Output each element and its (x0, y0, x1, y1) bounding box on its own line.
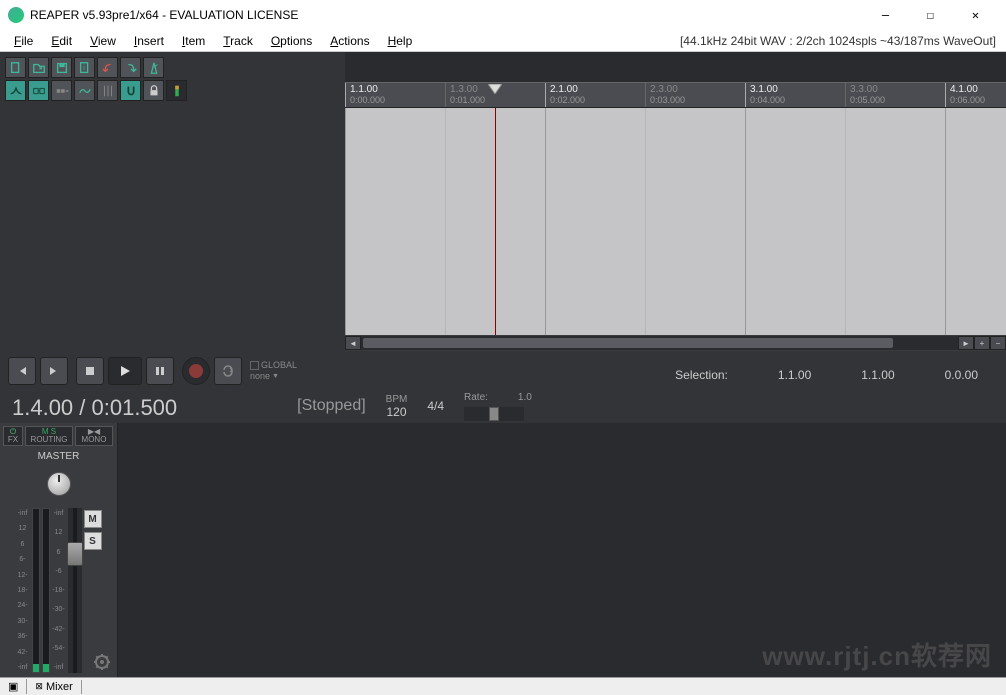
transport-status: [Stopped] (297, 397, 366, 415)
goto-end-button[interactable] (40, 357, 68, 385)
redo-button[interactable] (120, 57, 141, 78)
stop-button[interactable] (76, 357, 104, 385)
master-routing-button[interactable]: M SROUTING (25, 426, 73, 446)
menubar: FileEditViewInsertItemTrackOptionsAction… (0, 30, 1006, 52)
ruler-mark: 1.3.000:01.000 (445, 83, 489, 107)
audio-device-info: [44.1kHz 24bit WAV : 2/2ch 1024spls ~43/… (680, 34, 1000, 48)
lock-button[interactable] (143, 80, 164, 101)
master-mono-button[interactable]: ▶◀MONO (75, 426, 113, 446)
svg-text:*: * (16, 61, 19, 68)
menu-track[interactable]: Track (215, 32, 261, 50)
menu-help[interactable]: Help (380, 32, 421, 50)
metronome-button[interactable] (143, 57, 164, 78)
menu-actions[interactable]: Actions (322, 32, 377, 50)
timeline-ruler[interactable]: 1.1.000:00.000 1.3.000:01.000 2.1.000:02.0… (345, 82, 1006, 108)
meter-scale-right: -inf126-6-18--30--42--54--inf (52, 508, 66, 673)
playrate-slider[interactable] (464, 407, 524, 421)
meter-right (42, 508, 50, 673)
maximize-button[interactable]: ☐ (908, 1, 953, 29)
time-display[interactable]: 1.4.00 / 0:01.500 (12, 395, 177, 421)
ruler-mark: 4.1.000:06.000 (945, 83, 989, 107)
scroll-thumb[interactable] (363, 338, 893, 348)
open-project-button[interactable] (28, 57, 49, 78)
undo-button[interactable] (97, 57, 118, 78)
pause-button[interactable] (146, 357, 174, 385)
titlebar: REAPER v5.93pre1/x64 - EVALUATION LICENS… (0, 0, 1006, 30)
meter-left (32, 508, 40, 673)
horizontal-scrollbar[interactable]: ◄ ► + − (345, 335, 1006, 351)
ruler-mark: 3.1.000:04.000 (745, 83, 789, 107)
track-area[interactable] (345, 108, 1006, 335)
project-settings-button[interactable]: i (74, 57, 95, 78)
menu-options[interactable]: Options (263, 32, 320, 50)
envelope-move-button[interactable] (74, 80, 95, 101)
master-fx-button[interactable]: ⏻FX (3, 426, 23, 446)
watermark-text: www.rjtj.cn软荐网 (762, 636, 992, 673)
master-label: MASTER (36, 449, 82, 464)
play-button[interactable] (108, 357, 142, 385)
item-mix-button[interactable] (166, 80, 187, 101)
playrate[interactable]: Rate:1.0 (464, 392, 532, 421)
ruler-mark: 2.1.000:02.000 (545, 83, 589, 107)
gear-icon[interactable] (93, 653, 111, 671)
transport-bar: GLOBAL none▼ Selection: 1.1.00 1.1.00 0.… (0, 351, 1006, 423)
zoom-in-button[interactable]: + (974, 336, 990, 350)
selection-label: Selection: (675, 368, 728, 382)
menu-edit[interactable]: Edit (43, 32, 80, 50)
window-title: REAPER v5.93pre1/x64 - EVALUATION LICENS… (30, 8, 863, 22)
ruler-mark: 3.3.000:05.000 (845, 83, 889, 107)
goto-start-button[interactable] (8, 357, 36, 385)
ruler-mark: 2.3.000:03.000 (645, 83, 689, 107)
menu-item[interactable]: Item (174, 32, 213, 50)
menu-insert[interactable]: Insert (126, 32, 172, 50)
master-pan-knob[interactable] (47, 472, 71, 496)
menu-view[interactable]: View (82, 32, 124, 50)
minimize-button[interactable]: — (863, 1, 908, 29)
svg-text:i: i (83, 64, 85, 71)
docker-tabs: ▣ ⊠Mixer (0, 677, 1006, 695)
item-grouping-button[interactable] (28, 80, 49, 101)
master-mute-button[interactable]: M (84, 510, 102, 528)
app-logo-icon (8, 7, 24, 23)
toolbar-panel: * i (0, 52, 345, 351)
dock-toggle-button[interactable]: ▣ (0, 679, 27, 694)
selection-start[interactable]: 1.1.00 (778, 368, 811, 382)
play-cursor (495, 108, 496, 335)
close-tab-icon[interactable]: ⊠ (35, 681, 43, 692)
snap-button[interactable] (120, 80, 141, 101)
master-track-strip: ⏻FX M SROUTING ▶◀MONO MASTER -inf1266-12… (0, 423, 118, 677)
meter-scale-left: -inf1266-12-18-24-30-36-42--inf (16, 508, 30, 673)
record-button[interactable] (182, 357, 210, 385)
auto-crossfade-button[interactable] (5, 80, 26, 101)
time-signature[interactable]: 4/4 (427, 399, 444, 413)
ruler-mark: 1.1.000:00.000 (345, 83, 389, 107)
repeat-button[interactable] (214, 357, 242, 385)
master-fader[interactable] (68, 508, 82, 673)
grid-lines-button[interactable] (97, 80, 118, 101)
fader-cap[interactable] (67, 542, 83, 566)
menu-file[interactable]: File (6, 32, 41, 50)
zoom-out-button[interactable]: − (990, 336, 1006, 350)
selection-length[interactable]: 0.0.00 (945, 368, 978, 382)
bpm-display[interactable]: BPM120 (386, 394, 408, 419)
save-project-button[interactable] (51, 57, 72, 78)
scroll-right-button[interactable]: ► (958, 336, 974, 350)
selection-end[interactable]: 1.1.00 (861, 368, 894, 382)
scroll-left-button[interactable]: ◄ (345, 336, 361, 350)
master-solo-button[interactable]: S (84, 532, 102, 550)
close-button[interactable]: ✕ (953, 1, 998, 29)
automation-mode[interactable]: GLOBAL none▼ (250, 360, 297, 382)
arrange-view: 1.1.000:00.000 1.3.000:01.000 2.1.000:02.0… (345, 52, 1006, 351)
ripple-edit-button[interactable] (51, 80, 72, 101)
new-project-button[interactable]: * (5, 57, 26, 78)
playhead-marker-icon[interactable] (488, 83, 502, 93)
mixer-tab[interactable]: ⊠Mixer (27, 680, 81, 694)
